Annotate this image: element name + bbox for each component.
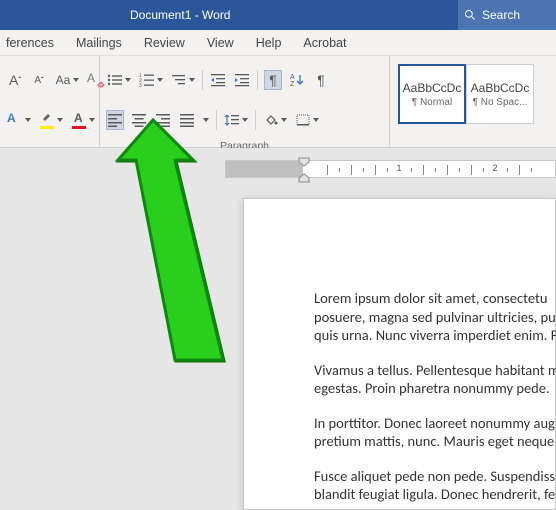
- align-center[interactable]: [130, 110, 148, 130]
- change-case[interactable]: Aa: [54, 70, 80, 90]
- text-effects[interactable]: A: [6, 110, 32, 130]
- font-group-label: [0, 140, 99, 148]
- font-color[interactable]: A: [70, 110, 96, 130]
- justify[interactable]: [178, 110, 196, 130]
- sort[interactable]: AZ: [288, 70, 306, 90]
- bullets-icon: [107, 73, 123, 87]
- outdent-icon: [210, 73, 226, 87]
- document-area: 1 2 Lorem ipsum dolor sit amet, consecte…: [0, 148, 556, 510]
- title-bar: Document1 - Word: [0, 0, 556, 30]
- svg-text:Z: Z: [290, 81, 295, 87]
- shrink-font-icon: A: [34, 75, 41, 86]
- indent-icon: [234, 73, 250, 87]
- show-hide-marks[interactable]: ¶: [264, 70, 282, 90]
- window-title: Document1 - Word: [130, 8, 230, 22]
- highlight[interactable]: [38, 110, 64, 130]
- increase-indent[interactable]: [233, 70, 251, 90]
- style-normal[interactable]: AaBbCcDc ¶ Normal: [398, 64, 466, 124]
- tab-help[interactable]: Help: [256, 36, 282, 50]
- borders[interactable]: [294, 110, 320, 130]
- tab-acrobat[interactable]: Acrobat: [303, 36, 346, 50]
- ribbon: Aˆ Aˇ Aa A A A: [0, 56, 556, 148]
- align-menu[interactable]: [202, 110, 210, 130]
- align-left[interactable]: [106, 110, 124, 130]
- shading[interactable]: [262, 110, 288, 130]
- bucket-icon: [263, 113, 279, 127]
- numbering-icon: 123: [139, 73, 155, 87]
- body-text[interactable]: Lorem ipsum dolor sit amet, consectetupo…: [314, 289, 555, 345]
- font-color-icon: A: [71, 111, 87, 129]
- justify-icon: [179, 113, 195, 127]
- font-group: Aˆ Aˇ Aa A A A: [0, 56, 100, 148]
- body-text[interactable]: Fusce aliquet pede non pede. Suspendissb…: [314, 467, 555, 504]
- document-page[interactable]: Lorem ipsum dolor sit amet, consectetupo…: [243, 198, 556, 510]
- style-no-spacing[interactable]: AaBbCcDc ¶ No Spac...: [466, 64, 534, 124]
- multilevel-list[interactable]: [170, 70, 196, 90]
- change-case-icon: Aa: [56, 73, 71, 87]
- align-left-icon: [107, 113, 123, 127]
- multilevel-icon: [171, 73, 187, 87]
- svg-text:3: 3: [139, 83, 142, 87]
- shrink-font[interactable]: Aˇ: [30, 70, 48, 90]
- body-text[interactable]: In porttitor. Donec laoreet nonummy augp…: [314, 414, 555, 451]
- search-box[interactable]: [458, 0, 556, 30]
- styles-group-label: [390, 132, 556, 148]
- grow-font[interactable]: Aˆ: [6, 70, 24, 90]
- pilcrow-icon: ¶: [269, 72, 277, 88]
- show-formatting[interactable]: ¶: [312, 70, 330, 90]
- highlight-icon: [39, 111, 55, 129]
- tab-view[interactable]: View: [207, 36, 234, 50]
- pilcrow-icon: ¶: [317, 72, 325, 88]
- numbering[interactable]: 123: [138, 70, 164, 90]
- border-icon: [295, 113, 311, 127]
- svg-text:A: A: [290, 74, 295, 81]
- style-name: ¶ No Spac...: [473, 97, 528, 108]
- search-icon: [464, 9, 476, 21]
- horizontal-ruler[interactable]: 1 2: [225, 160, 556, 178]
- sort-icon: AZ: [289, 73, 305, 87]
- ruler-label: 1: [396, 163, 401, 173]
- style-preview: AaBbCcDc: [471, 81, 530, 95]
- grow-font-icon: A: [9, 72, 18, 88]
- text-effects-icon: A: [7, 111, 23, 129]
- align-right-icon: [155, 113, 171, 127]
- style-name: ¶ Normal: [412, 97, 452, 108]
- tab-review[interactable]: Review: [144, 36, 185, 50]
- align-center-icon: [131, 113, 147, 127]
- tab-mailings[interactable]: Mailings: [76, 36, 122, 50]
- paragraph-group: 123 ¶ AZ ¶: [100, 56, 390, 148]
- indent-marker-icon[interactable]: [298, 157, 310, 183]
- decrease-indent[interactable]: [209, 70, 227, 90]
- styles-gallery[interactable]: AaBbCcDc ¶ Normal AaBbCcDc ¶ No Spac...: [398, 60, 556, 128]
- ribbon-tabs: ferences Mailings Review View Help Acrob…: [0, 30, 556, 56]
- line-spacing[interactable]: [223, 110, 249, 130]
- search-input[interactable]: [482, 8, 542, 22]
- align-right[interactable]: [154, 110, 172, 130]
- style-preview: AaBbCcDc: [403, 81, 462, 95]
- tab-references[interactable]: ferences: [6, 36, 54, 50]
- styles-group: AaBbCcDc ¶ Normal AaBbCcDc ¶ No Spac...: [390, 56, 556, 148]
- body-text[interactable]: Vivamus a tellus. Pellentesque habitant …: [314, 361, 555, 398]
- line-spacing-icon: [224, 113, 240, 127]
- bullets[interactable]: [106, 70, 132, 90]
- ruler-label: 2: [492, 163, 497, 173]
